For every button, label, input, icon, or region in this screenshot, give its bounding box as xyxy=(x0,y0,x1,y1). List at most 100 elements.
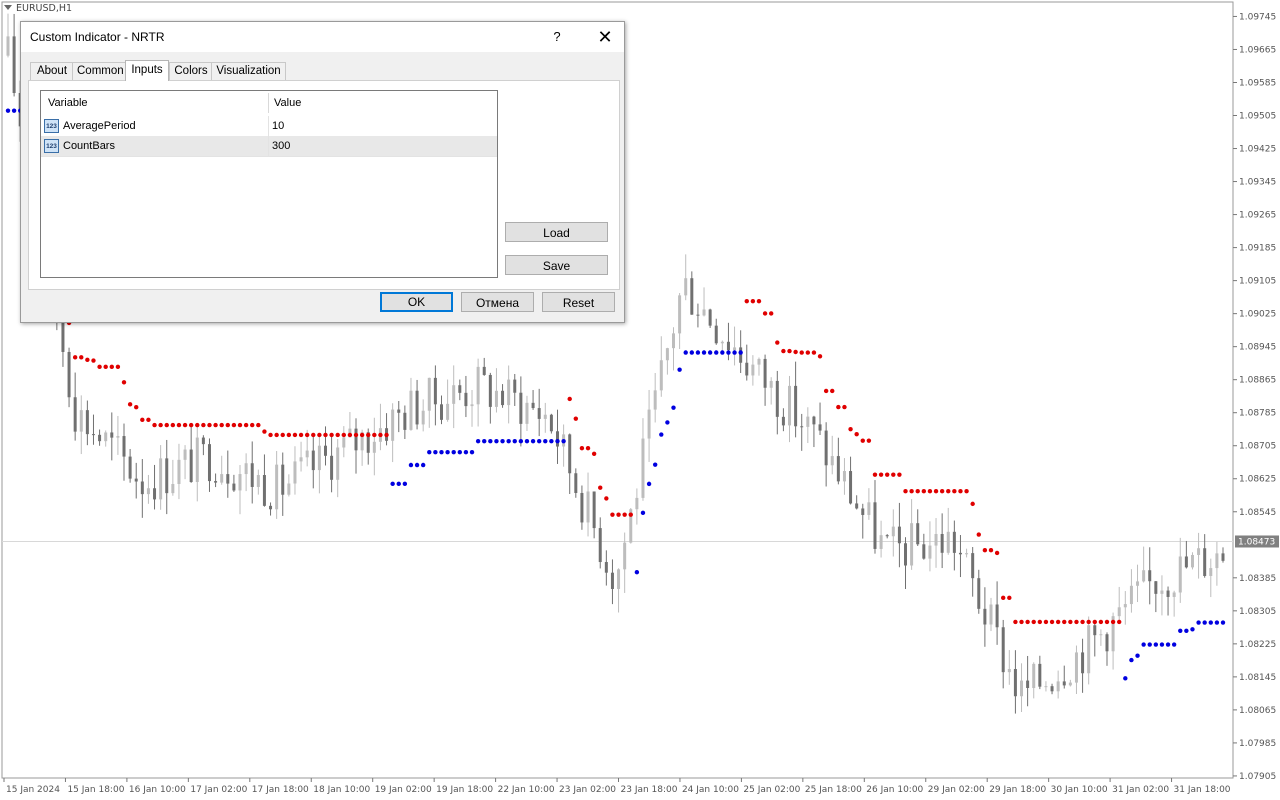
time-axis-label: 29 Jan 18:00 xyxy=(989,785,1046,795)
variable-value[interactable]: 300 xyxy=(272,140,290,152)
close-icon[interactable]: ✕ xyxy=(587,22,623,52)
nrtr-resistance-dot xyxy=(201,422,206,428)
nrtr-resistance-dot xyxy=(1013,619,1018,625)
triangle-down-icon xyxy=(4,5,12,10)
price-axis-label: 1.08065 xyxy=(1239,706,1276,716)
nrtr-resistance-dot xyxy=(286,432,292,438)
candle-body xyxy=(739,347,743,363)
nrtr-resistance-dot xyxy=(188,422,194,428)
nrtr-resistance-dot xyxy=(1092,619,1097,625)
help-button[interactable]: ? xyxy=(542,22,572,52)
candle-body xyxy=(330,455,334,480)
nrtr-support-dot xyxy=(445,449,450,455)
nrtr-resistance-dot xyxy=(909,489,914,494)
candle-body xyxy=(781,416,785,426)
candle-body xyxy=(256,475,260,487)
nrtr-support-dot xyxy=(1208,620,1213,625)
candle-body xyxy=(928,545,932,559)
candle-body xyxy=(983,608,987,625)
time-axis-label: 17 Jan 18:00 xyxy=(252,785,309,795)
nrtr-resistance-dot xyxy=(152,422,157,428)
tab-about[interactable]: About xyxy=(30,62,74,80)
candle-body xyxy=(293,461,297,484)
candle-body xyxy=(397,409,401,413)
input-row-averageperiod[interactable]: 123 AveragePeriod 10 xyxy=(41,116,497,137)
tab-colors[interactable]: Colors xyxy=(169,62,213,80)
nrtr-resistance-dot xyxy=(976,532,981,537)
nrtr-resistance-dot xyxy=(1007,595,1012,601)
candle-body xyxy=(232,483,236,491)
candle-body xyxy=(519,392,523,424)
cancel-button[interactable]: Отмена xyxy=(461,292,534,312)
candle-body xyxy=(672,333,676,349)
nrtr-resistance-dot xyxy=(329,432,334,438)
load-button[interactable]: Load xyxy=(505,222,608,242)
nrtr-resistance-dot xyxy=(250,422,255,428)
candle-body xyxy=(336,447,340,480)
variable-value[interactable]: 10 xyxy=(272,120,284,132)
candle-body xyxy=(537,408,541,419)
tab-inputs[interactable]: Inputs xyxy=(125,60,169,81)
candle-body xyxy=(287,483,291,495)
nrtr-support-dot xyxy=(433,449,438,455)
candle-body xyxy=(220,474,224,483)
nrtr-resistance-dot xyxy=(1019,619,1024,625)
price-axis-label: 1.08625 xyxy=(1239,475,1276,485)
candle-body xyxy=(897,526,901,544)
nrtr-support-dot xyxy=(683,350,688,355)
candle-body xyxy=(372,441,376,453)
candle-body xyxy=(635,497,639,510)
nrtr-resistance-dot xyxy=(115,364,121,370)
column-value[interactable]: Value xyxy=(274,97,301,109)
nrtr-resistance-dot xyxy=(262,429,267,434)
ok-button[interactable]: OK xyxy=(380,292,453,312)
candle-body xyxy=(598,528,602,563)
dialog-titlebar[interactable]: Custom Indicator - NRTR ? ✕ xyxy=(21,22,624,52)
nrtr-resistance-dot xyxy=(317,432,322,438)
candle-body xyxy=(873,502,877,549)
candle-body xyxy=(250,463,254,487)
column-variable[interactable]: Variable xyxy=(48,97,88,109)
candle-body xyxy=(659,360,663,391)
nrtr-support-dot xyxy=(439,449,444,455)
nrtr-support-dot xyxy=(427,449,432,455)
nrtr-support-dot xyxy=(707,350,713,355)
nrtr-resistance-dot xyxy=(872,472,878,477)
candle-body xyxy=(861,508,865,515)
input-row-countbars[interactable]: 123 CountBars 300 xyxy=(41,136,497,157)
nrtr-support-dot xyxy=(506,438,511,444)
candle-body xyxy=(757,358,761,365)
candle-body xyxy=(439,404,443,420)
nrtr-support-dot xyxy=(738,350,743,355)
tab-visualization[interactable]: Visualization xyxy=(211,62,286,80)
candle-body xyxy=(183,449,187,460)
nrtr-support-dot xyxy=(1135,653,1140,658)
candle-body xyxy=(458,385,462,393)
candle-body xyxy=(684,278,688,296)
inputs-grid[interactable]: Variable Value 123 AveragePeriod 10 123 … xyxy=(40,90,498,278)
candle-body xyxy=(85,410,89,435)
nrtr-resistance-dot xyxy=(903,489,908,494)
nrtr-resistance-dot xyxy=(298,432,304,438)
candle-body xyxy=(1154,581,1158,594)
reset-button[interactable]: Reset xyxy=(542,292,615,312)
nrtr-resistance-dot xyxy=(750,298,756,304)
candle-body xyxy=(726,341,730,351)
save-button[interactable]: Save xyxy=(505,255,608,275)
candle-body xyxy=(6,36,10,56)
candle-body xyxy=(1099,634,1103,636)
candle-body xyxy=(153,488,157,500)
price-axis-label: 1.08785 xyxy=(1239,409,1276,419)
candle-body xyxy=(1026,680,1030,688)
column-separator[interactable] xyxy=(268,93,269,113)
candle-body xyxy=(1056,681,1060,692)
nrtr-support-dot xyxy=(390,481,395,487)
nrtr-support-dot xyxy=(652,462,658,467)
nrtr-resistance-dot xyxy=(195,422,200,428)
tab-common[interactable]: Common xyxy=(72,62,128,80)
candle-body xyxy=(201,437,205,445)
candle-body xyxy=(531,402,535,409)
candle-body xyxy=(665,348,669,361)
candle-body xyxy=(446,403,450,420)
candle-body xyxy=(1062,681,1066,686)
